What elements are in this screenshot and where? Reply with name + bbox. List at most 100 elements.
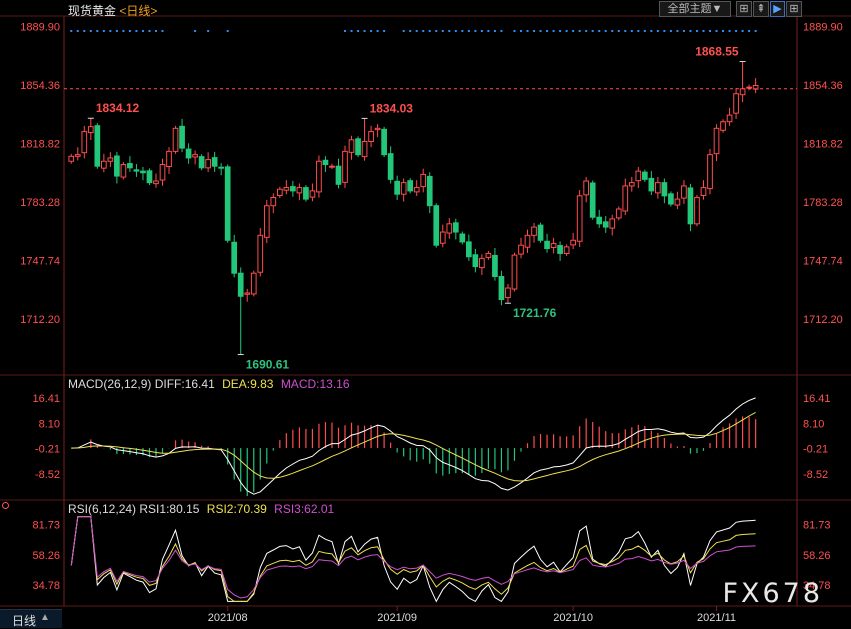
candle xyxy=(87,118,94,141)
rsi-label: RSI(6,12,24) xyxy=(68,502,137,516)
candle-body xyxy=(361,140,368,158)
candle-body xyxy=(270,196,277,207)
price-annotation-label: 1834.03 xyxy=(370,101,414,115)
candle xyxy=(127,156,133,172)
candle xyxy=(668,191,674,207)
candle-body xyxy=(107,157,114,162)
event-dot xyxy=(102,30,105,32)
candle xyxy=(140,167,146,181)
candle-body xyxy=(400,182,407,195)
settings-dot-icon[interactable] xyxy=(2,502,9,509)
period-label[interactable]: <日线> xyxy=(119,4,157,18)
candle-body xyxy=(179,125,185,149)
candle xyxy=(218,163,225,176)
theme-dropdown[interactable]: 全部主题▼ xyxy=(659,1,731,17)
event-dots-group xyxy=(70,30,757,32)
event-dot xyxy=(689,30,692,32)
play-icon[interactable]: ▶ xyxy=(770,1,785,17)
event-dot xyxy=(682,30,685,32)
candle-body xyxy=(244,292,251,295)
event-dot xyxy=(565,30,568,32)
candle xyxy=(283,180,290,195)
x-tick-label: 2021/09 xyxy=(377,612,417,624)
rsi-header: RSI(6,12,24) RSI1:80.15 RSI2:70.39 RSI3:… xyxy=(68,502,334,516)
event-dot xyxy=(513,30,516,32)
macd-tick-l-1: 8.10 xyxy=(39,418,60,430)
event-dot xyxy=(748,30,751,32)
candle-body xyxy=(316,160,322,193)
candle-body xyxy=(335,165,342,185)
event-dot xyxy=(728,30,731,32)
x-tick-label: 2021/11 xyxy=(697,612,736,624)
candle xyxy=(563,244,570,256)
candle xyxy=(159,158,166,186)
candle xyxy=(94,123,101,169)
candle-body xyxy=(544,240,550,250)
candle xyxy=(192,150,198,165)
event-dot xyxy=(539,30,542,32)
rsi-tick-r-1: 58.26 xyxy=(803,550,831,562)
candle-body xyxy=(296,187,303,194)
candle xyxy=(609,214,616,236)
candle xyxy=(107,152,114,168)
candle-body xyxy=(511,254,518,290)
candle-body xyxy=(329,165,335,168)
candle-body xyxy=(700,187,707,196)
price-annotation-label: 1834.12 xyxy=(96,101,140,115)
event-dot xyxy=(526,30,529,32)
candle-body xyxy=(609,218,616,229)
zoom-out-icon[interactable]: ⇞ xyxy=(753,1,769,17)
candle-body xyxy=(114,155,120,177)
fullscreen-icon[interactable]: ⊞ xyxy=(786,1,802,17)
candle-body xyxy=(446,223,453,234)
candle-body xyxy=(127,163,133,169)
candle-body xyxy=(68,155,75,162)
period-tab[interactable]: 日线 ▲ xyxy=(0,609,62,628)
candle-body xyxy=(263,205,270,238)
candle xyxy=(439,224,446,248)
candle xyxy=(752,78,759,94)
candle xyxy=(622,178,629,216)
candle xyxy=(433,203,440,248)
candle xyxy=(348,135,355,160)
candle-body xyxy=(140,170,146,174)
candle xyxy=(531,222,537,243)
period-tab-arrow-icon[interactable]: ▲ xyxy=(40,612,50,623)
candle xyxy=(426,172,433,214)
event-dot xyxy=(344,30,347,32)
x-tick-label: 2021/10 xyxy=(553,612,593,624)
candle-body xyxy=(570,239,576,246)
candle-body xyxy=(426,175,433,207)
watermark: FX678 xyxy=(722,578,823,609)
event-dot xyxy=(161,30,164,32)
event-dot xyxy=(480,30,483,32)
zoom-in-icon[interactable]: ⊞ xyxy=(736,1,752,17)
candle xyxy=(485,250,492,260)
price-annotation-label: 1868.55 xyxy=(695,45,739,59)
candle-body xyxy=(153,180,159,185)
candle xyxy=(198,154,205,171)
candle-body xyxy=(707,154,713,190)
candle-body xyxy=(452,222,459,233)
macd-dea-value: DEA:9.83 xyxy=(222,377,274,391)
candle-body xyxy=(492,254,498,278)
candle-body xyxy=(101,160,107,169)
macd-histogram xyxy=(90,416,757,497)
candle xyxy=(179,118,185,153)
candle xyxy=(368,125,374,148)
candle-body xyxy=(218,166,225,169)
period-tab-label: 日线 xyxy=(12,614,37,628)
candle-body xyxy=(120,164,127,178)
candle xyxy=(674,191,681,210)
candle-body xyxy=(668,193,674,205)
candle-body xyxy=(74,154,81,157)
candle-body xyxy=(290,186,296,192)
event-dot xyxy=(656,30,659,32)
event-dot xyxy=(500,30,503,32)
candle xyxy=(628,176,635,192)
event-dot xyxy=(611,30,614,32)
candle xyxy=(596,209,603,228)
candle-body xyxy=(81,131,88,154)
candle-body xyxy=(479,257,485,269)
candle xyxy=(524,229,531,253)
